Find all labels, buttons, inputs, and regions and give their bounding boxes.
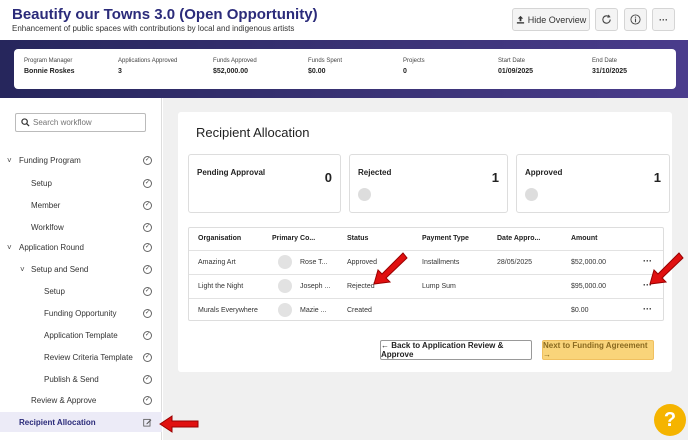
col-date-approved[interactable]: Date Appro... bbox=[497, 235, 540, 242]
annotation-arrow-icon bbox=[373, 252, 408, 285]
avatar-icon bbox=[525, 188, 538, 201]
search-icon bbox=[21, 118, 30, 127]
overview-applications-approved: Applications Approved 3 bbox=[118, 58, 178, 75]
col-status[interactable]: Status bbox=[347, 235, 368, 242]
avatar bbox=[278, 279, 292, 293]
sidebar-item-setup-and-send[interactable]: ˅ Setup and Send ✓ bbox=[0, 259, 162, 279]
refresh-button[interactable] bbox=[595, 8, 618, 31]
check-circle-icon: ✓ bbox=[143, 200, 152, 210]
check-circle-icon: ✓ bbox=[143, 155, 152, 165]
recipient-table: Organisation Primary Co... Status Paymen… bbox=[188, 227, 664, 321]
check-circle-icon: ✓ bbox=[143, 222, 152, 232]
page-subtitle: Enhancement of public spaces with contri… bbox=[12, 24, 295, 33]
avatar bbox=[278, 255, 292, 269]
avatar bbox=[278, 303, 292, 317]
refresh-icon bbox=[602, 14, 611, 24]
check-circle-icon: ✓ bbox=[143, 330, 152, 340]
overview-start-date: Start Date 01/09/2025 bbox=[498, 58, 534, 75]
next-to-funding-agreement-button[interactable]: Next to Funding Agreement → bbox=[542, 340, 654, 360]
check-circle-icon: ✓ bbox=[143, 395, 152, 405]
overview-projects: Projects 0 bbox=[403, 58, 425, 75]
avatar-icon bbox=[358, 188, 371, 201]
back-to-review-button[interactable]: ← Back to Application Review & Approve bbox=[380, 340, 532, 360]
annotation-arrow-icon bbox=[649, 252, 684, 285]
edit-icon bbox=[143, 418, 152, 427]
sidebar-item-application-template[interactable]: Application Template ✓ bbox=[0, 325, 162, 345]
hide-overview-button[interactable]: Hide Overview bbox=[512, 8, 590, 31]
overview-card: Program Manager Bonnie Roskes Applicatio… bbox=[14, 49, 676, 89]
upload-icon bbox=[516, 15, 524, 24]
help-button[interactable]: ? bbox=[654, 404, 686, 436]
row-menu-button[interactable]: ··· bbox=[643, 304, 652, 314]
col-organisation[interactable]: Organisation bbox=[198, 235, 241, 242]
workflow-sidebar: ˅ Funding Program ✓ Setup ✓ Member ✓ Wor… bbox=[0, 98, 162, 440]
col-primary-contact[interactable]: Primary Co... bbox=[272, 235, 315, 242]
overview-program-manager: Program Manager Bonnie Roskes bbox=[24, 58, 75, 75]
annotation-arrow-icon bbox=[159, 415, 199, 433]
sidebar-item-funding-program[interactable]: ˅ Funding Program ✓ bbox=[0, 150, 162, 170]
chevron-down-icon: ˅ bbox=[7, 242, 12, 252]
app-header: Beautify our Towns 3.0 (Open Opportunity… bbox=[0, 0, 688, 40]
check-circle-icon: ✓ bbox=[143, 286, 152, 296]
col-amount[interactable]: Amount bbox=[571, 235, 597, 242]
table-row[interactable]: Light the Night Joseph ... Rejected Lump… bbox=[189, 274, 663, 297]
sidebar-item-review-criteria-template[interactable]: Review Criteria Template ✓ bbox=[0, 347, 162, 367]
search-workflow-box[interactable] bbox=[15, 113, 146, 132]
table-row[interactable]: Murals Everywhere Mazie ... Created $0.0… bbox=[189, 298, 663, 321]
hide-overview-label: Hide Overview bbox=[527, 14, 587, 25]
col-payment-type[interactable]: Payment Type bbox=[422, 235, 469, 242]
sidebar-item-member[interactable]: Member ✓ bbox=[0, 195, 162, 215]
sidebar-item-funding-opportunity[interactable]: Funding Opportunity ✓ bbox=[0, 303, 162, 323]
check-circle-icon: ✓ bbox=[143, 178, 152, 188]
sidebar-item-application-round[interactable]: ˅ Application Round ✓ bbox=[0, 237, 162, 257]
check-circle-icon: ✓ bbox=[143, 264, 152, 274]
sidebar-item-workflow[interactable]: Worklfow ✓ bbox=[0, 217, 162, 237]
chevron-down-icon: ˅ bbox=[20, 264, 25, 274]
sidebar-item-recipient-allocation[interactable]: Recipient Allocation bbox=[0, 412, 162, 432]
info-button[interactable] bbox=[624, 8, 647, 31]
sidebar-item-setup[interactable]: Setup ✓ bbox=[0, 173, 162, 193]
sidebar-item-review-approve[interactable]: Review & Approve ✓ bbox=[0, 390, 162, 410]
check-circle-icon: ✓ bbox=[143, 242, 152, 252]
search-input[interactable] bbox=[33, 118, 138, 127]
overview-funds-spent: Funds Spent $0.00 bbox=[308, 58, 343, 75]
sidebar-item-round-setup[interactable]: Setup ✓ bbox=[0, 281, 162, 301]
sidebar-item-publish-send[interactable]: Publish & Send ✓ bbox=[0, 369, 162, 389]
check-circle-icon: ✓ bbox=[143, 374, 152, 384]
overview-funds-approved: Funds Approved $52,000.00 bbox=[213, 58, 257, 75]
stat-card-rejected: Rejected 1 bbox=[349, 154, 508, 213]
check-circle-icon: ✓ bbox=[143, 352, 152, 362]
more-options-button[interactable]: ··· bbox=[652, 8, 675, 31]
check-circle-icon: ✓ bbox=[143, 308, 152, 318]
stat-card-pending-approval: Pending Approval 0 bbox=[188, 154, 341, 213]
section-title: Recipient Allocation bbox=[196, 125, 310, 140]
table-row[interactable]: Amazing Art Rose T... Approved Installme… bbox=[189, 250, 663, 273]
chevron-down-icon: ˅ bbox=[7, 155, 12, 165]
stat-card-approved: Approved 1 bbox=[516, 154, 670, 213]
info-icon bbox=[630, 14, 641, 25]
page-title: Beautify our Towns 3.0 (Open Opportunity… bbox=[12, 6, 318, 23]
overview-end-date: End Date 31/10/2025 bbox=[592, 58, 628, 75]
